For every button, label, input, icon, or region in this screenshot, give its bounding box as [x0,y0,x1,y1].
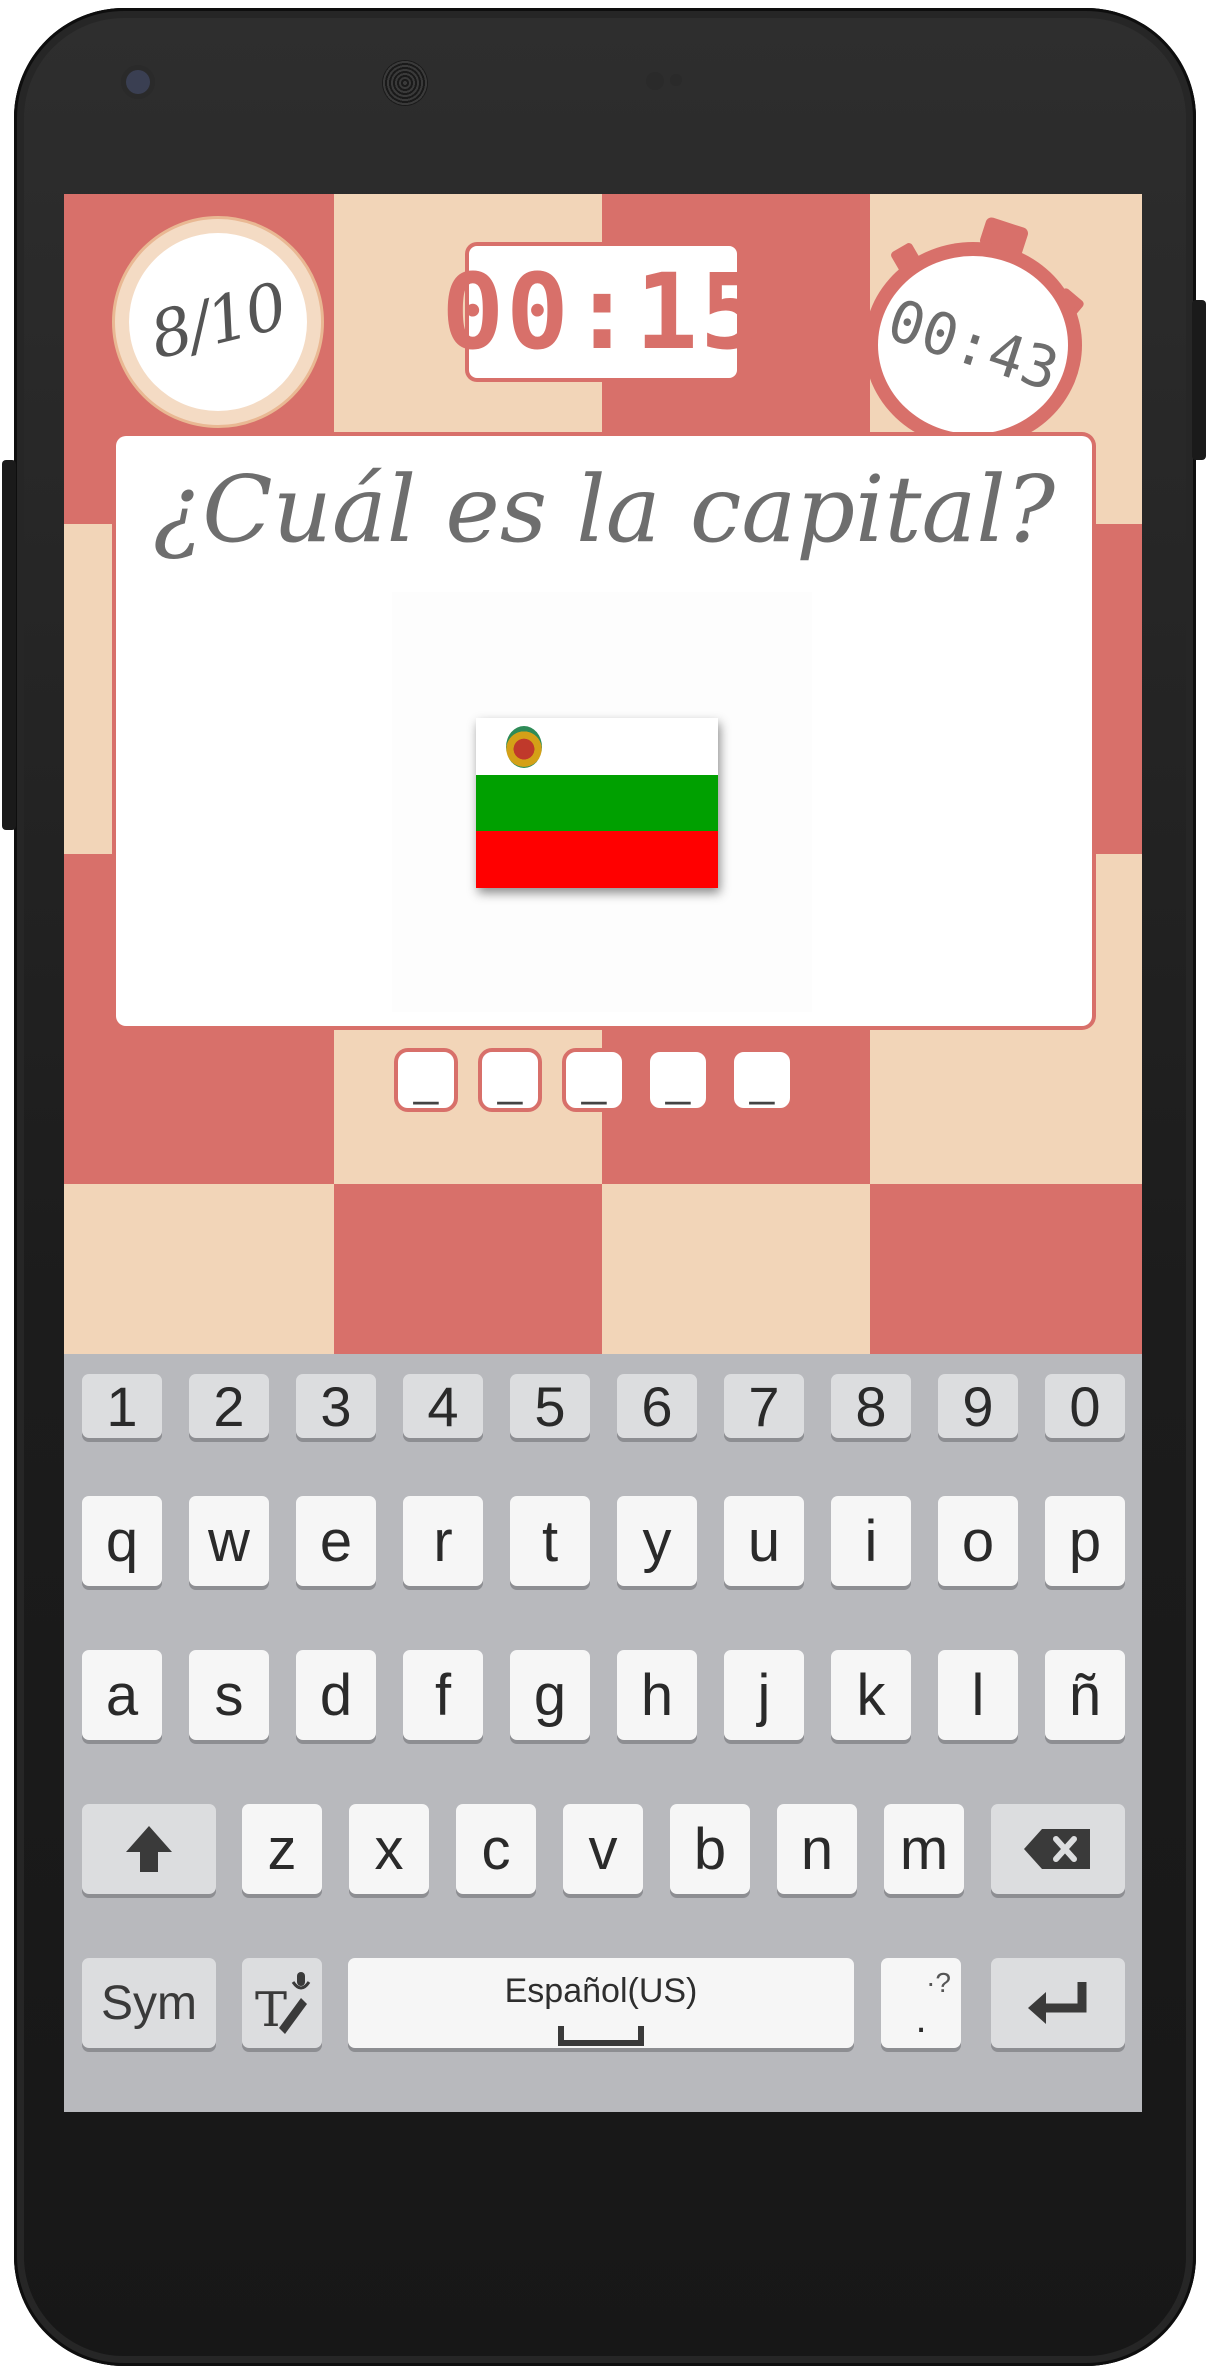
handwriting-voice-key[interactable]: T [242,1958,322,2048]
timer-text: 00:15 [441,251,765,373]
light-sensor [670,74,682,86]
board-tile [602,1184,870,1354]
answer-slot[interactable]: _ [478,1048,542,1112]
answer-slot[interactable]: _ [562,1048,626,1112]
key-x[interactable]: x [349,1804,429,1894]
stopwatch-icon: 00:43 [864,215,1094,452]
key-b[interactable]: b [670,1804,750,1894]
key-4[interactable]: 4 [403,1374,483,1438]
question-title: ¿Cuál es la capital? [152,456,1056,563]
flag-emblem-icon [506,726,542,768]
volume-button [2,460,16,830]
flag-image-area [392,592,812,1012]
space-key-label: Español(US) [504,1972,698,2010]
key-enye[interactable]: ñ [1045,1650,1125,1740]
board-tile [64,1184,334,1354]
shift-key[interactable] [82,1804,216,1894]
key-p[interactable]: p [1045,1496,1125,1586]
power-button [1192,300,1206,460]
earpiece-speaker [382,60,428,106]
punctuation-key[interactable]: ·? . [881,1958,961,2048]
key-t[interactable]: t [510,1496,590,1586]
enter-key[interactable] [991,1958,1125,2048]
answer-slot[interactable]: _ [646,1048,710,1112]
key-8[interactable]: 8 [831,1374,911,1438]
shift-arrow-icon [126,1826,172,1872]
text-pen-mic-icon: T [255,1972,311,2038]
key-v[interactable]: v [563,1804,643,1894]
key-h[interactable]: h [617,1650,697,1740]
key-i[interactable]: i [831,1496,911,1586]
key-j[interactable]: j [724,1650,804,1740]
soft-keyboard: 1 2 3 4 5 6 7 8 9 0 q w e r t y u i o p … [64,1354,1142,2112]
punctuation-hint: ·? [926,1967,951,1998]
key-3[interactable]: 3 [296,1374,376,1438]
score-badge: 8/10 [112,216,324,428]
score-text: 8/10 [143,269,293,375]
key-d[interactable]: d [296,1650,376,1740]
answer-slot[interactable]: _ [730,1048,794,1112]
key-m[interactable]: m [884,1804,964,1894]
question-card: ¿Cuál es la capital? [116,436,1092,1026]
key-w[interactable]: w [189,1496,269,1586]
key-f[interactable]: f [403,1650,483,1740]
key-9[interactable]: 9 [938,1374,1018,1438]
front-camera-icon [126,70,150,94]
key-l[interactable]: l [938,1650,1018,1740]
game-area: 8/10 00:15 00:43 ¿Cuál es la capital? _ … [64,194,1142,1354]
punctuation-dot: . [915,1997,927,2041]
key-z[interactable]: z [242,1804,322,1894]
proximity-sensor [646,72,664,90]
key-5[interactable]: 5 [510,1374,590,1438]
key-2[interactable]: 2 [189,1374,269,1438]
answer-slot[interactable]: _ [394,1048,458,1112]
key-0[interactable]: 0 [1045,1374,1125,1438]
key-c[interactable]: c [456,1804,536,1894]
key-y[interactable]: y [617,1496,697,1586]
key-k[interactable]: k [831,1650,911,1740]
key-r[interactable]: r [403,1496,483,1586]
backspace-key[interactable] [991,1804,1125,1894]
key-o[interactable]: o [938,1496,1018,1586]
key-7[interactable]: 7 [724,1374,804,1438]
bulgaria-flag-icon [476,718,718,889]
sym-key[interactable]: Sym [82,1958,216,2048]
stopwatch-text: 00:43 [879,285,1067,405]
key-g[interactable]: g [510,1650,590,1740]
app-screen: 8/10 00:15 00:43 ¿Cuál es la capital? _ … [64,194,1142,2112]
key-q[interactable]: q [82,1496,162,1586]
countdown-timer: 00:15 [441,246,763,378]
key-s[interactable]: s [189,1650,269,1740]
space-key[interactable]: Español(US) [348,1958,854,2048]
key-6[interactable]: 6 [617,1374,697,1438]
enter-icon [1028,1982,1087,2024]
answer-slots: _ _ _ _ _ [394,1048,794,1114]
board-tile [334,1184,602,1354]
key-n[interactable]: n [777,1804,857,1894]
backspace-icon [1024,1829,1090,1869]
spacebar-icon [558,2026,644,2046]
key-e[interactable]: e [296,1496,376,1586]
board-tile [870,1184,1142,1354]
key-u[interactable]: u [724,1496,804,1586]
key-1[interactable]: 1 [82,1374,162,1438]
key-a[interactable]: a [82,1650,162,1740]
